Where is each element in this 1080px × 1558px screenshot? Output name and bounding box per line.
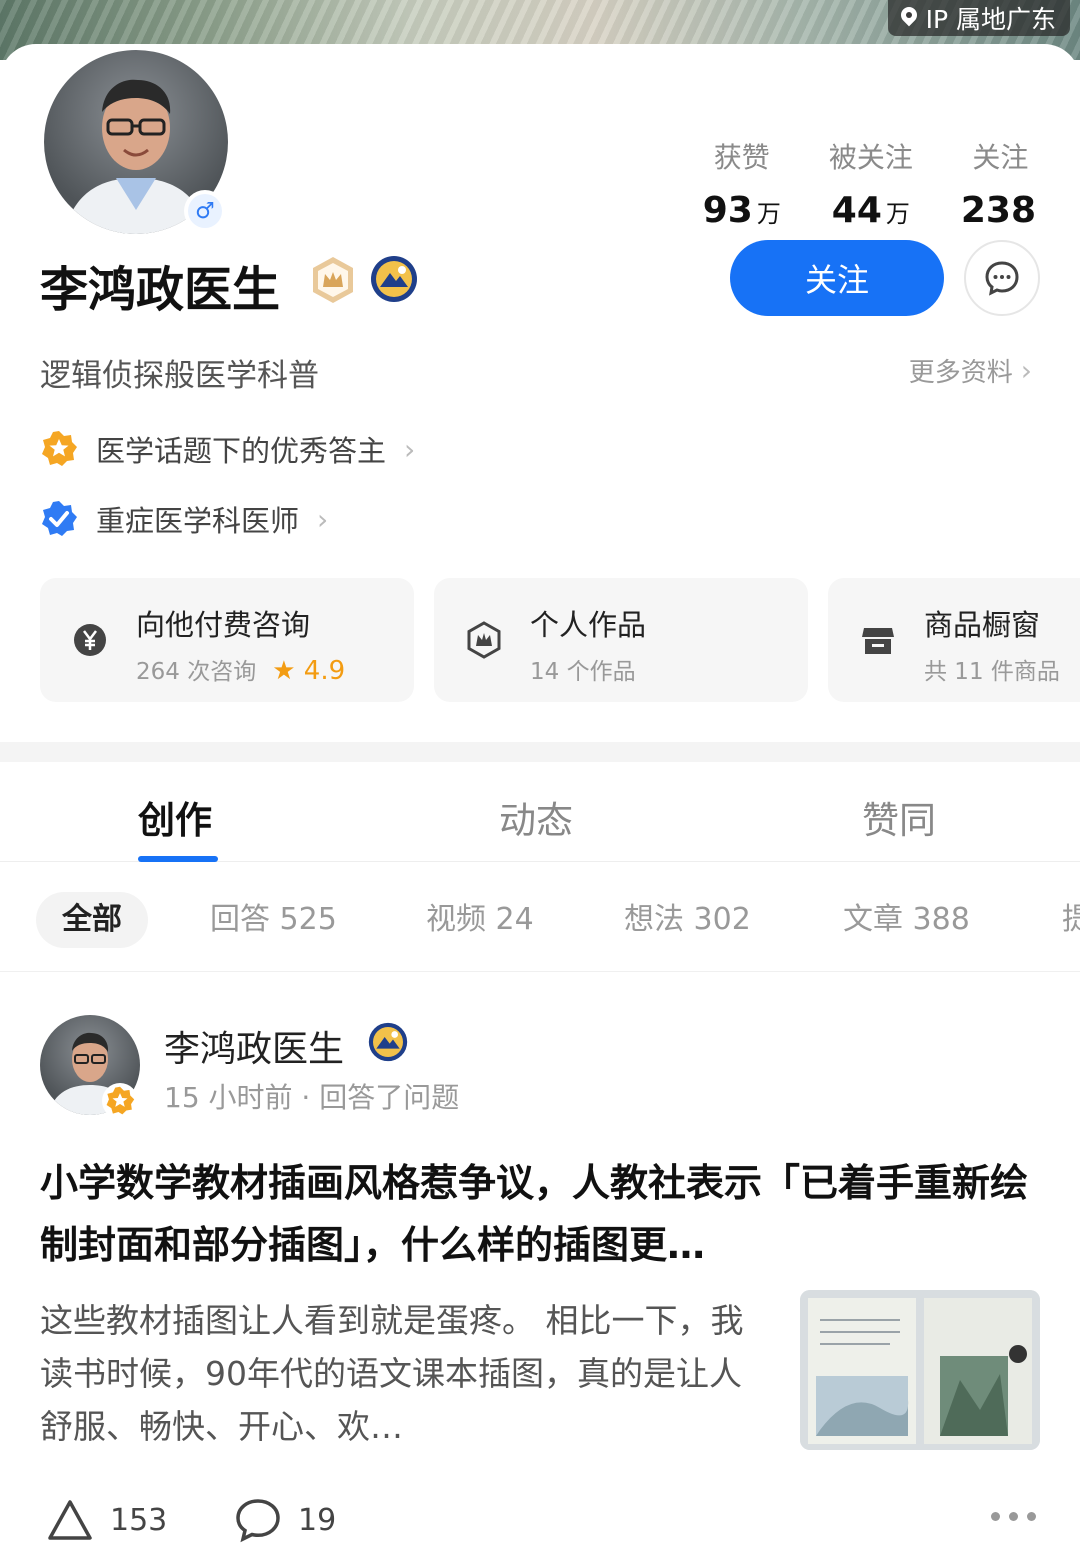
stat-unit: 万 — [885, 200, 910, 228]
gender-male-icon: ♂ — [184, 190, 226, 232]
chevron-right-icon: › — [317, 502, 329, 536]
shop-icon — [862, 628, 894, 654]
honor-verified-doctor[interactable]: 重症医学科医师 › — [40, 498, 328, 540]
stat-value: 93 — [702, 190, 753, 231]
upvote-button[interactable]: 153 — [46, 1492, 167, 1548]
tab-creations[interactable]: 创作 — [138, 790, 212, 844]
honor-excellent-answerer[interactable]: 医学话题下的优秀答主 › — [40, 428, 415, 470]
content-tabs: 创作 动态 赞同 — [0, 762, 1080, 862]
chevron-right-icon: › — [404, 432, 416, 466]
star-badge-icon — [42, 431, 77, 466]
upvote-triangle-icon — [48, 1500, 92, 1540]
stat-value: 238 — [960, 190, 1036, 231]
filter-answers[interactable]: 回答 525 — [210, 892, 337, 948]
location-pin-icon — [900, 7, 918, 29]
yen-icon — [74, 624, 106, 656]
comment-count: 19 — [298, 1502, 337, 1538]
post-actions: 153 19 — [40, 1492, 1040, 1548]
stat-following[interactable]: 关注 238 — [961, 136, 1040, 231]
stat-value: 44 — [831, 190, 882, 231]
message-button[interactable] — [964, 240, 1040, 316]
works-icon — [467, 621, 501, 659]
filter-more[interactable]: 提 — [1062, 892, 1080, 948]
service-rating: ★ 4.9 — [272, 656, 346, 686]
shop-window-card[interactable]: 商品橱窗 共 11 件商品 — [828, 578, 1080, 702]
tab-activity[interactable]: 动态 — [499, 790, 573, 844]
stat-likes[interactable]: 获赞 93 万 — [703, 136, 781, 231]
stat-followers[interactable]: 被关注 44 万 — [829, 136, 913, 231]
comment-button[interactable]: 19 — [234, 1492, 336, 1548]
stat-unit: 万 — [756, 200, 781, 228]
service-subtitle: 14 个作品 — [530, 659, 636, 685]
filter-thoughts[interactable]: 想法 302 — [624, 892, 751, 948]
service-subtitle: 264 次咨询 — [136, 659, 257, 685]
post-meta: 15 小时前 · 回答了问题 — [164, 1081, 460, 1114]
tab-upvoted[interactable]: 赞同 — [862, 790, 936, 844]
profile-name: 李鸿政医生 — [40, 262, 281, 318]
filter-articles[interactable]: 文章 388 — [843, 892, 970, 948]
honor-text: 医学话题下的优秀答主 — [96, 434, 387, 468]
service-cards: 向他付费咨询 264 次咨询 ★ 4.9 个人作品 14 个作品 商品橱窗 共 1… — [40, 578, 1080, 702]
filter-all[interactable]: 全部 — [36, 892, 148, 948]
post-excerpt[interactable]: 这些教材插图让人看到就是蛋疼。 相比一下，我读书时候，90年代的语文课本插图，真… — [40, 1294, 760, 1453]
service-title: 个人作品 — [530, 608, 647, 642]
more-info-link[interactable]: 更多资料 › — [909, 352, 1032, 389]
more-info-label: 更多资料 — [908, 358, 1013, 388]
chat-bubble-icon — [985, 261, 1019, 296]
post-author-name[interactable]: 李鸿政医生 — [164, 1020, 344, 1072]
service-title: 商品橱窗 — [924, 608, 1041, 642]
service-title: 向他付费咨询 — [136, 608, 311, 642]
more-options-icon[interactable] — [991, 1512, 1036, 1521]
upvote-count: 153 — [110, 1502, 168, 1538]
honor-text: 重症医学科医师 — [96, 504, 300, 538]
creator-level-badge-icon[interactable] — [370, 255, 418, 303]
section-divider — [0, 742, 1080, 762]
filter-videos[interactable]: 视频 24 — [426, 892, 534, 948]
verified-check-icon — [42, 501, 77, 536]
content-filters: 全部 回答 525 视频 24 想法 302 文章 388 提 — [0, 862, 1080, 972]
creator-level-badge-icon — [368, 1022, 408, 1062]
service-subtitle: 共 11 件商品 — [924, 659, 1060, 685]
paid-consult-card[interactable]: 向他付费咨询 264 次咨询 ★ 4.9 — [40, 578, 414, 702]
post-thumbnail[interactable] — [800, 1290, 1040, 1450]
personal-works-card[interactable]: 个人作品 14 个作品 — [434, 578, 808, 702]
stat-label: 被关注 — [828, 141, 913, 174]
crown-badge-icon[interactable] — [308, 255, 358, 305]
follow-button[interactable]: 关注 — [730, 240, 944, 316]
chevron-right-icon: › — [1020, 354, 1032, 387]
comment-bubble-icon — [236, 1499, 280, 1543]
star-badge-icon — [102, 1083, 138, 1119]
post-title[interactable]: 小学数学教材插画风格惹争议，人教社表示「已着手重新绘制封面和部分插图」，什么样的… — [40, 1152, 1030, 1276]
profile-stats: 获赞 93 万 被关注 44 万 关注 238 — [703, 136, 1040, 231]
ip-location-badge: IP 属地广东 — [887, 0, 1070, 36]
stat-label: 关注 — [972, 141, 1029, 174]
profile-bio: 逻辑侦探般医学科普 — [40, 358, 319, 394]
stat-label: 获赞 — [713, 141, 770, 174]
ip-location-text: IP 属地广东 — [925, 5, 1056, 34]
